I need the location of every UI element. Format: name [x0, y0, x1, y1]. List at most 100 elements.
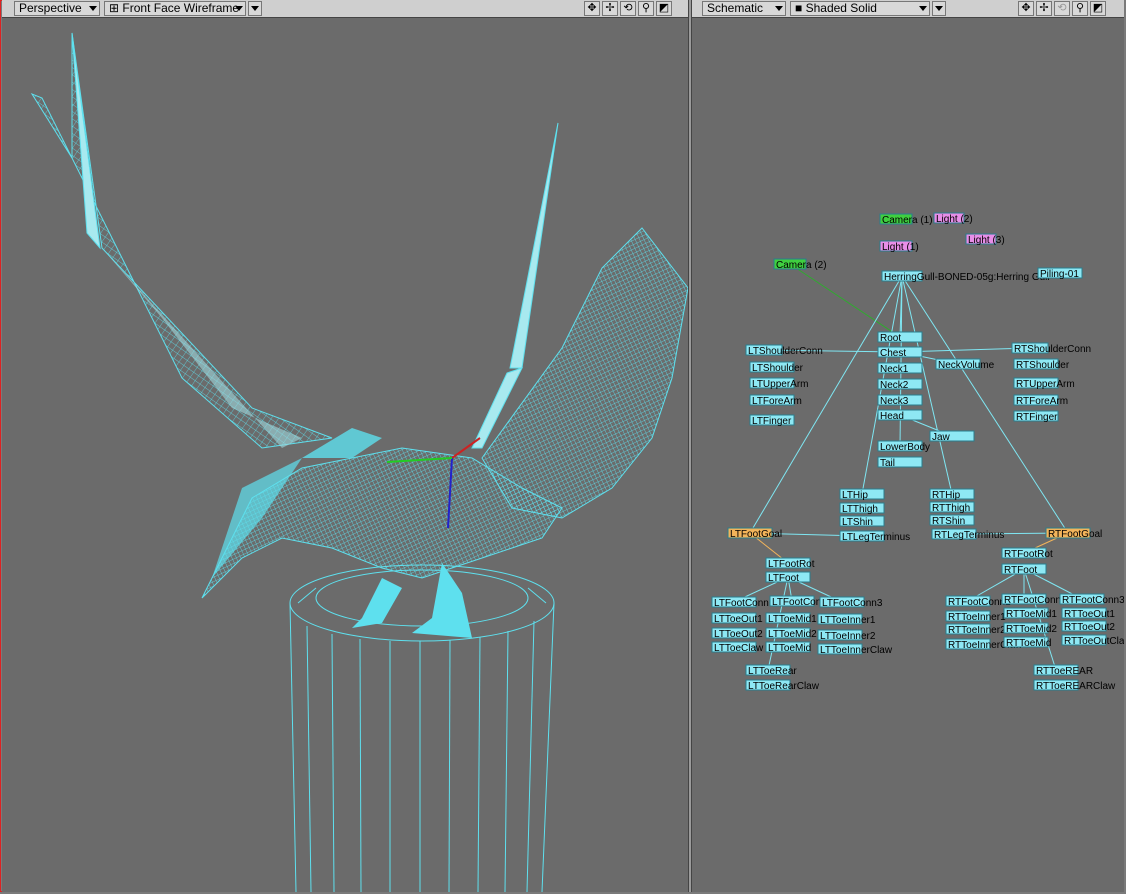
- node-label: LTFinger: [752, 416, 792, 427]
- schematic-node-ltshoulderconn[interactable]: LTShoulderConn: [745, 344, 823, 357]
- schematic-node-lttoemid2[interactable]: LTToeMid2: [765, 627, 817, 640]
- schematic-node-rttoeinner1[interactable]: RTToeInner1: [945, 610, 1006, 623]
- node-label: LTShoulderConn: [748, 346, 823, 357]
- schematic-node-lttoeout2[interactable]: LTToeOut2: [711, 627, 763, 640]
- view-type-label: Perspective: [19, 1, 82, 15]
- schematic-node-rtlegterminus[interactable]: RTLegTerminus: [931, 528, 1004, 541]
- node-label: LTToeOut2: [714, 629, 763, 640]
- schematic-node-ltupperarm[interactable]: LTUpperArm: [749, 377, 809, 390]
- schematic-node-ltfootrot[interactable]: LTFootRot: [765, 557, 815, 570]
- schematic-node-neckvolume[interactable]: NeckVolume: [935, 358, 995, 371]
- schematic-node-ltfoot[interactable]: LTFoot: [765, 571, 811, 584]
- schematic-node-rtforearm[interactable]: RTForeArm: [1013, 394, 1068, 407]
- grid-icon: ⊞: [109, 1, 120, 15]
- schematic-node-rtfootconn2[interactable]: RTFootConn2: [1001, 593, 1067, 606]
- schematic-node-rttoeoutclaw[interactable]: RTToeOutClaw: [1061, 634, 1124, 647]
- rotate-view-icon[interactable]: ⟲: [1054, 1, 1070, 16]
- schematic-node-rtfootconn3[interactable]: RTFootConn3: [1059, 593, 1124, 606]
- schematic-node-lttoemid[interactable]: LTToeMid: [765, 641, 811, 654]
- schematic-node-rtshoulder[interactable]: RTShoulder: [1013, 358, 1070, 371]
- node-label: LTFoot: [768, 573, 799, 584]
- zoom-view-icon[interactable]: ⚲: [1072, 1, 1088, 16]
- schematic-node-rtupperarm[interactable]: RTUpperArm: [1013, 377, 1075, 390]
- move-view-icon[interactable]: ✥: [1018, 1, 1034, 16]
- schematic-node-camera-1-[interactable]: Camera (1): [879, 213, 933, 226]
- schematic-node-camera-2-[interactable]: Camera (2): [773, 258, 827, 271]
- schematic-node-lttoerearclaw[interactable]: LTToeRearClaw: [745, 679, 820, 692]
- schematic-node-rttoemid[interactable]: RTToeMid: [1003, 636, 1051, 649]
- move-view-icon[interactable]: ✥: [584, 1, 600, 16]
- schematic-node-light-2-[interactable]: Light (2): [933, 212, 973, 225]
- schematic-node-lttoeout1[interactable]: LTToeOut1: [711, 612, 763, 625]
- node-label: Chest: [880, 348, 906, 359]
- schematic-node-light-1-[interactable]: Light (1): [879, 240, 919, 253]
- maximize-view-icon[interactable]: ◩: [1090, 1, 1106, 16]
- schematic-node-rtfootrot[interactable]: RTFootRot: [1001, 547, 1053, 560]
- schematic-node-rttoeinner2[interactable]: RTToeInner2: [945, 623, 1006, 636]
- node-label: RTToeInner1: [948, 612, 1006, 623]
- schematic-node-piling-01[interactable]: Piling-01: [1037, 267, 1083, 280]
- render-mode-dropdown[interactable]: ■ Shaded Solid: [790, 1, 930, 16]
- rotate-view-icon[interactable]: ⟲: [620, 1, 636, 16]
- schematic-node-rtshoulderconn[interactable]: RTShoulderConn: [1011, 342, 1091, 355]
- schematic-node-ltforearm[interactable]: LTForeArm: [749, 394, 802, 407]
- schematic-node-lttoerear[interactable]: LTToeRear: [745, 664, 797, 677]
- view-type-dropdown[interactable]: Perspective: [14, 1, 100, 16]
- schematic-node-neck1[interactable]: Neck1: [877, 362, 923, 375]
- node-label: LTToeInner2: [820, 631, 876, 642]
- schematic-node-lthip[interactable]: LTHip: [839, 488, 885, 501]
- schematic-node-tail[interactable]: Tail: [877, 456, 923, 469]
- schematic-node-herringgull-boned-05g-herring-gull[interactable]: HerringGull-BONED-05g:Herring Gull: [881, 270, 1050, 283]
- schematic-node-rtfoot[interactable]: RTFoot: [1001, 563, 1047, 576]
- schematic-graph[interactable]: Camera (1) Camera (2) Light (1) Light (2) Li…: [692, 18, 1124, 892]
- schematic-node-rttoemid2[interactable]: RTToeMid2: [1003, 622, 1057, 635]
- schematic-node-rttoeout2[interactable]: RTToeOut2: [1061, 620, 1115, 633]
- perspective-viewport[interactable]: Perspective ⊞ Front Face Wireframe ✥ ✢ ⟲…: [2, 0, 688, 892]
- node-label: LTToeClaw: [714, 643, 764, 654]
- node-label: Light (1): [882, 242, 919, 253]
- schematic-node-ltshoulder[interactable]: LTShoulder: [749, 361, 804, 374]
- render-mode-dropdown[interactable]: ⊞ Front Face Wireframe: [104, 1, 246, 16]
- schematic-node-ltshin[interactable]: LTShin: [839, 515, 885, 528]
- schematic-node-rtfinger[interactable]: RTFinger: [1013, 410, 1059, 423]
- schematic-node-rttoeout1[interactable]: RTToeOut1: [1061, 607, 1115, 620]
- move-view-icon[interactable]: ✢: [1036, 1, 1052, 16]
- viewport-options-button[interactable]: [932, 1, 946, 16]
- schematic-node-jaw[interactable]: Jaw: [929, 430, 975, 443]
- viewport-options-button[interactable]: [248, 1, 262, 16]
- schematic-node-rtshin[interactable]: RTShin: [929, 514, 975, 527]
- schematic-node-neck3[interactable]: Neck3: [877, 394, 923, 407]
- schematic-node-ltfootconn3[interactable]: LTFootConn3: [819, 596, 883, 609]
- schematic-node-rttoerearclaw[interactable]: RTToeREARClaw: [1033, 679, 1116, 692]
- schematic-node-neck2[interactable]: Neck2: [877, 378, 923, 391]
- schematic-node-rthip[interactable]: RTHip: [929, 488, 975, 501]
- move-view-icon[interactable]: ✢: [602, 1, 618, 16]
- maximize-view-icon[interactable]: ◩: [656, 1, 672, 16]
- schematic-node-root[interactable]: Root: [877, 331, 923, 344]
- schematic-node-lttoeinner1[interactable]: LTToeInner1: [817, 613, 876, 626]
- schematic-node-lttoeinner2[interactable]: LTToeInner2: [817, 629, 876, 642]
- schematic-node-ltfinger[interactable]: LTFinger: [749, 414, 795, 427]
- schematic-node-lttoeclaw[interactable]: LTToeClaw: [711, 641, 764, 654]
- schematic-node-chest[interactable]: Chest: [877, 346, 923, 359]
- schematic-node-lttoemid1[interactable]: LTToeMid1: [765, 612, 817, 625]
- zoom-view-icon[interactable]: ⚲: [638, 1, 654, 16]
- node-label: Camera (1): [882, 215, 933, 226]
- schematic-node-light-3-[interactable]: Light (3): [965, 233, 1005, 246]
- schematic-node-lttoeinnerclaw[interactable]: LTToeInnerClaw: [817, 643, 893, 656]
- schematic-node-lowerbody[interactable]: LowerBody: [877, 440, 930, 453]
- schematic-node-ltthigh[interactable]: LTThigh: [839, 502, 885, 515]
- schematic-node-rtthigh[interactable]: RTThigh: [929, 501, 975, 514]
- schematic-node-ltlegterminus[interactable]: LTLegTerminus: [839, 530, 910, 543]
- schematic-node-head[interactable]: Head: [877, 409, 923, 422]
- node-label: RTForeArm: [1016, 396, 1068, 407]
- schematic-node-rttoemid1[interactable]: RTToeMid1: [1003, 607, 1057, 620]
- schematic-node-rttoerear[interactable]: RTToeREAR: [1033, 664, 1093, 677]
- schematic-node-ltfootgoal[interactable]: LTFootGoal: [727, 527, 782, 540]
- schematic-viewport[interactable]: Schematic ■ Shaded Solid ✥ ✢ ⟲ ⚲ ◩ Camer…: [692, 0, 1124, 892]
- node-label: Neck2: [880, 380, 909, 391]
- schematic-node-rtfootgoal[interactable]: RTFootGoal: [1045, 527, 1102, 540]
- view-type-dropdown[interactable]: Schematic: [702, 1, 786, 16]
- schematic-node-ltfootconn1[interactable]: LTFootConn1: [711, 596, 775, 609]
- schematic-node-rtfootconn1[interactable]: RTFootConn1: [945, 595, 1011, 608]
